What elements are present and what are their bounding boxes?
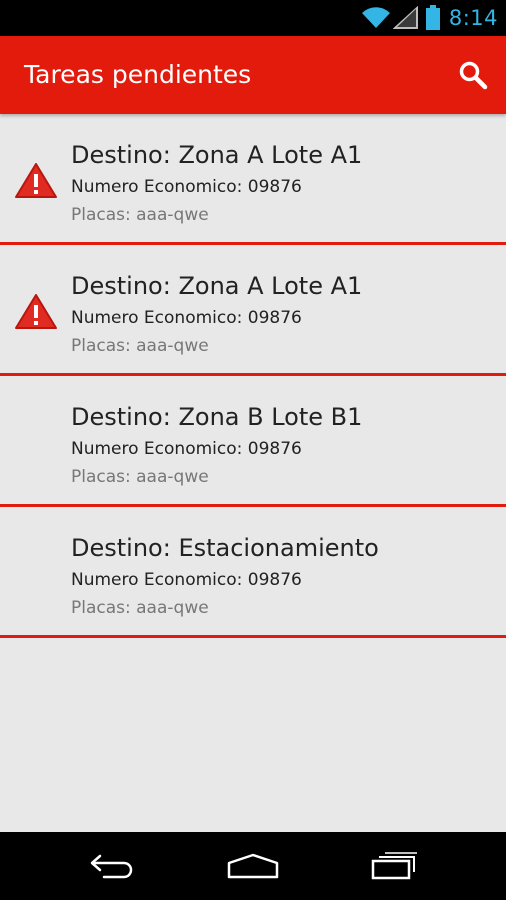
search-button[interactable] (454, 56, 492, 94)
task-list: Destino: Zona A Lote A1 Numero Economico… (0, 114, 506, 638)
task-placas: Placas: aaa-qwe (71, 205, 209, 225)
battery-icon (425, 5, 440, 30)
home-icon (227, 853, 279, 879)
recent-apps-icon (371, 852, 417, 880)
task-numero-economico: Numero Economico: 09876 (71, 570, 302, 590)
task-placas: Placas: aaa-qwe (71, 467, 209, 487)
task-destino: Destino: Zona A Lote A1 (71, 272, 363, 300)
task-numero-economico: Numero Economico: 09876 (71, 177, 302, 197)
task-numero-economico: Numero Economico: 09876 (71, 439, 302, 459)
task-item[interactable]: Destino: Zona B Lote B1 Numero Economico… (0, 376, 506, 507)
signal-icon (392, 6, 418, 29)
navigation-bar (0, 832, 506, 900)
task-placas: Placas: aaa-qwe (71, 598, 209, 618)
task-item[interactable]: Destino: Estacionamiento Numero Economic… (0, 507, 506, 638)
back-icon (90, 854, 133, 879)
wifi-icon (361, 7, 390, 29)
task-destino: Destino: Estacionamiento (71, 534, 379, 562)
task-destino: Destino: Zona B Lote B1 (71, 403, 363, 431)
back-button[interactable] (82, 846, 142, 886)
action-bar: Tareas pendientes (0, 36, 506, 114)
task-destino: Destino: Zona A Lote A1 (71, 141, 363, 169)
warning-icon (15, 163, 57, 198)
task-placas: Placas: aaa-qwe (71, 336, 209, 356)
recent-apps-button[interactable] (364, 846, 424, 886)
task-item[interactable]: Destino: Zona A Lote A1 Numero Economico… (0, 245, 506, 376)
status-bar: 8:14 (0, 0, 506, 36)
home-button[interactable] (223, 846, 283, 886)
task-numero-economico: Numero Economico: 09876 (71, 308, 302, 328)
page-title: Tareas pendientes (24, 60, 252, 89)
warning-icon (15, 294, 57, 329)
task-item[interactable]: Destino: Zona A Lote A1 Numero Economico… (0, 114, 506, 245)
search-icon (459, 61, 488, 90)
status-time: 8:14 (448, 6, 498, 30)
